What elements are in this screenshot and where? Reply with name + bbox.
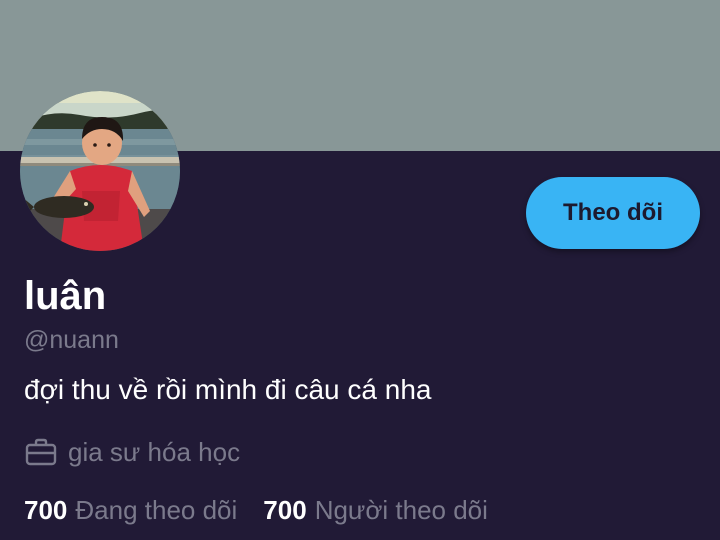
profile-stats: 700 Đang theo dõi 700 Người theo dõi bbox=[24, 493, 514, 527]
profile-page: Theo dõi luân @nuann đợi thu về rồi mình… bbox=[0, 0, 720, 540]
follow-button[interactable]: Theo dõi bbox=[526, 177, 700, 249]
avatar[interactable] bbox=[20, 91, 180, 251]
profile-job: gia sư hóa học bbox=[24, 434, 240, 470]
followers-count: 700 bbox=[263, 495, 307, 525]
followers-label: Người theo dõi bbox=[314, 495, 488, 525]
profile-bio: đợi thu về rồi mình đi câu cá nha bbox=[24, 374, 432, 405]
avatar-photo bbox=[20, 91, 180, 251]
profile-handle: @nuann bbox=[24, 326, 119, 354]
following-label: Đang theo dõi bbox=[75, 495, 238, 525]
display-name: luân bbox=[24, 274, 107, 318]
briefcase-icon bbox=[24, 435, 58, 469]
followers-stat[interactable]: 700 Người theo dõi bbox=[263, 493, 488, 527]
following-stat[interactable]: 700 Đang theo dõi bbox=[24, 493, 237, 527]
following-count: 700 bbox=[24, 495, 68, 525]
job-label: gia sư hóa học bbox=[68, 437, 241, 467]
